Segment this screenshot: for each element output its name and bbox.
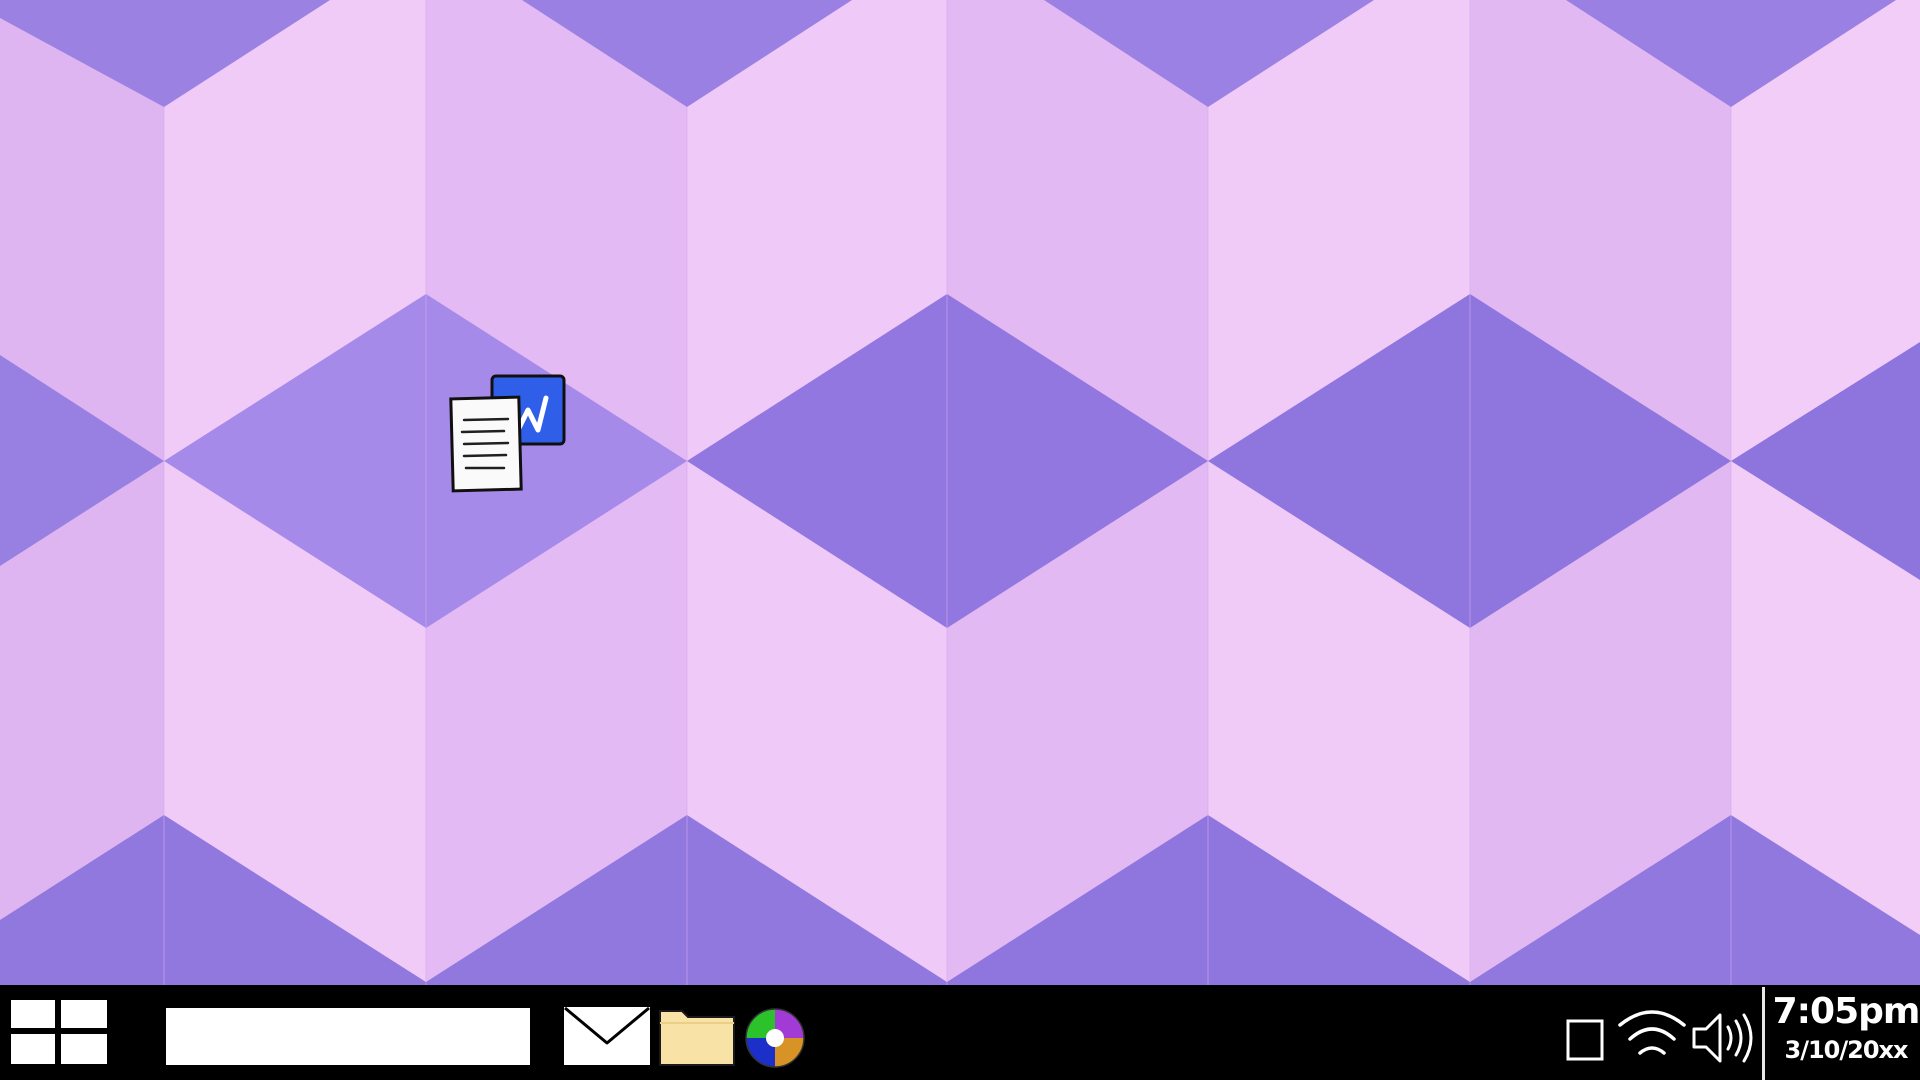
envelope-icon [564, 1006, 650, 1065]
wifi-icon[interactable] [1616, 1003, 1688, 1065]
volume-icon[interactable] [1690, 1007, 1762, 1069]
document-shortcut-icon[interactable] [448, 370, 572, 498]
notification-square-icon[interactable] [1564, 1017, 1606, 1063]
hexagon-wallpaper [0, 0, 1920, 985]
clock-date: 3/10/20xx [1784, 1036, 1909, 1064]
color-app-button[interactable] [744, 1007, 806, 1069]
tray-divider [1762, 987, 1765, 1080]
clock[interactable]: 7:05pm 3/10/20xx [1772, 989, 1920, 1079]
taskbar: 7:05pm 3/10/20xx [0, 985, 1920, 1080]
desktop [0, 0, 1920, 985]
file-explorer-button[interactable] [658, 1005, 736, 1067]
color-wheel-icon [745, 1008, 805, 1068]
mail-button[interactable] [562, 1005, 652, 1067]
clock-time: 7:05pm [1772, 991, 1920, 1032]
start-button[interactable] [8, 997, 110, 1067]
windows-start-icon [9, 998, 109, 1066]
search-input[interactable] [166, 1008, 530, 1065]
folder-icon [659, 1010, 735, 1066]
